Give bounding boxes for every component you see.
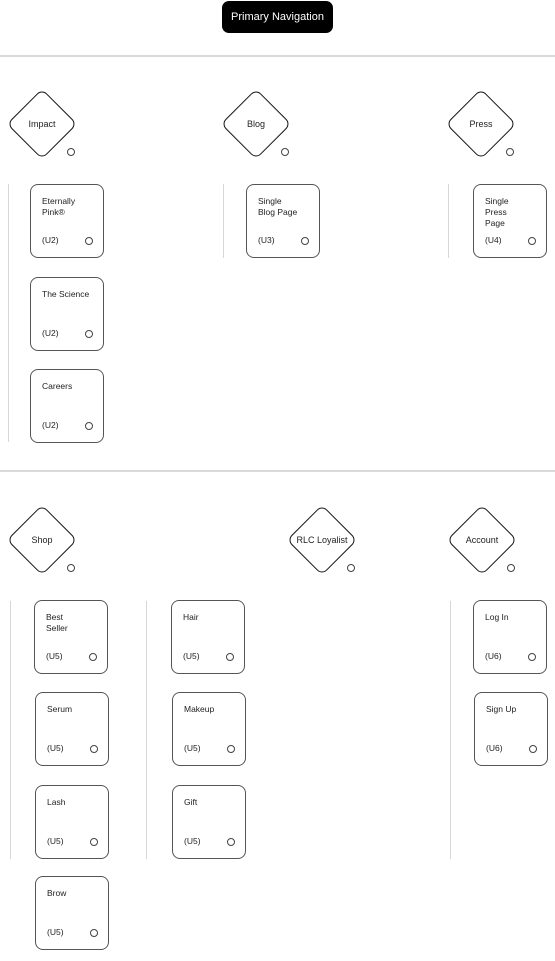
page-card-log-in[interactable]: Log In (U6) — [473, 600, 547, 674]
connector-dot-icon — [528, 653, 536, 661]
page-code: (U5) — [46, 651, 63, 661]
page-code: (U5) — [184, 743, 201, 753]
page-code: (U2) — [42, 235, 59, 245]
connector-dot-icon — [506, 148, 514, 156]
connector-dot-icon — [90, 929, 98, 937]
page-name: Log In — [485, 612, 509, 622]
page-name: Single Press Page — [485, 196, 509, 228]
connector-dot-icon — [67, 148, 75, 156]
page-code: (U6) — [485, 651, 502, 661]
page-name: Gift — [184, 797, 198, 807]
group-connector-line — [223, 184, 224, 258]
page-code: (U5) — [47, 743, 64, 753]
connector-dot-icon — [227, 745, 235, 753]
page-code: (U5) — [184, 836, 201, 846]
page-code: (U5) — [47, 927, 64, 937]
page-name: Hair — [183, 612, 199, 622]
page-name: The Science — [42, 289, 90, 299]
page-card-sign-up[interactable]: Sign Up (U6) — [474, 692, 548, 766]
connector-dot-icon — [90, 838, 98, 846]
page-name: Makeup — [184, 704, 215, 714]
connector-dot-icon — [89, 653, 97, 661]
page-card-hair[interactable]: Hair (U5) — [171, 600, 245, 674]
page-name: Sign Up — [486, 704, 517, 714]
page-name: Careers — [42, 381, 73, 391]
page-name: Serum — [47, 704, 73, 714]
connector-dot-icon — [67, 564, 75, 572]
page-code: (U4) — [485, 235, 502, 245]
page-card-best-seller[interactable]: Best Seller (U5) — [34, 600, 108, 674]
section-divider — [0, 470, 555, 472]
connector-dot-icon — [226, 653, 234, 661]
page-card-serum[interactable]: Serum (U5) — [35, 692, 109, 766]
group-connector-line — [448, 184, 449, 258]
page-card-brow[interactable]: Brow (U5) — [35, 876, 109, 950]
page-card-lash[interactable]: Lash (U5) — [35, 785, 109, 859]
page-code: (U2) — [42, 420, 59, 430]
page-card-careers[interactable]: Careers (U2) — [30, 369, 104, 443]
page-code: (U2) — [42, 328, 59, 338]
page-code: (U6) — [486, 743, 503, 753]
page-card-single-press-page[interactable]: Single Press Page (U4) — [473, 184, 547, 258]
connector-dot-icon — [507, 564, 515, 572]
page-card-makeup[interactable]: Makeup (U5) — [172, 692, 246, 766]
primary-navigation-title[interactable]: Primary Navigation — [222, 1, 333, 33]
page-card-gift[interactable]: Gift (U5) — [172, 785, 246, 859]
page-code: (U5) — [47, 836, 64, 846]
page-name: Single Blog Page — [258, 196, 298, 217]
connector-dot-icon — [281, 148, 289, 156]
connector-dot-icon — [529, 745, 537, 753]
connector-dot-icon — [85, 330, 93, 338]
page-name: Brow — [47, 888, 67, 898]
section-divider — [0, 55, 555, 57]
page-card-the-science[interactable]: The Science (U2) — [30, 277, 104, 351]
page-name: Best Seller — [46, 612, 68, 633]
group-connector-line — [10, 601, 11, 859]
group-connector-line — [450, 601, 451, 859]
page-code: (U3) — [258, 235, 275, 245]
connector-dot-icon — [227, 838, 235, 846]
group-connector-line — [8, 184, 9, 442]
connector-dot-icon — [90, 745, 98, 753]
connector-dot-icon — [301, 237, 309, 245]
connector-dot-icon — [85, 422, 93, 430]
group-connector-line — [146, 601, 147, 859]
connector-dot-icon — [85, 237, 93, 245]
page-name: Lash — [47, 797, 66, 807]
page-card-eternally-pink[interactable]: Eternally Pink® (U2) — [30, 184, 104, 258]
connector-dot-icon — [347, 564, 355, 572]
page-name: Eternally Pink® — [42, 196, 76, 217]
page-code: (U5) — [183, 651, 200, 661]
connector-dot-icon — [528, 237, 536, 245]
page-card-single-blog-page[interactable]: Single Blog Page (U3) — [246, 184, 320, 258]
